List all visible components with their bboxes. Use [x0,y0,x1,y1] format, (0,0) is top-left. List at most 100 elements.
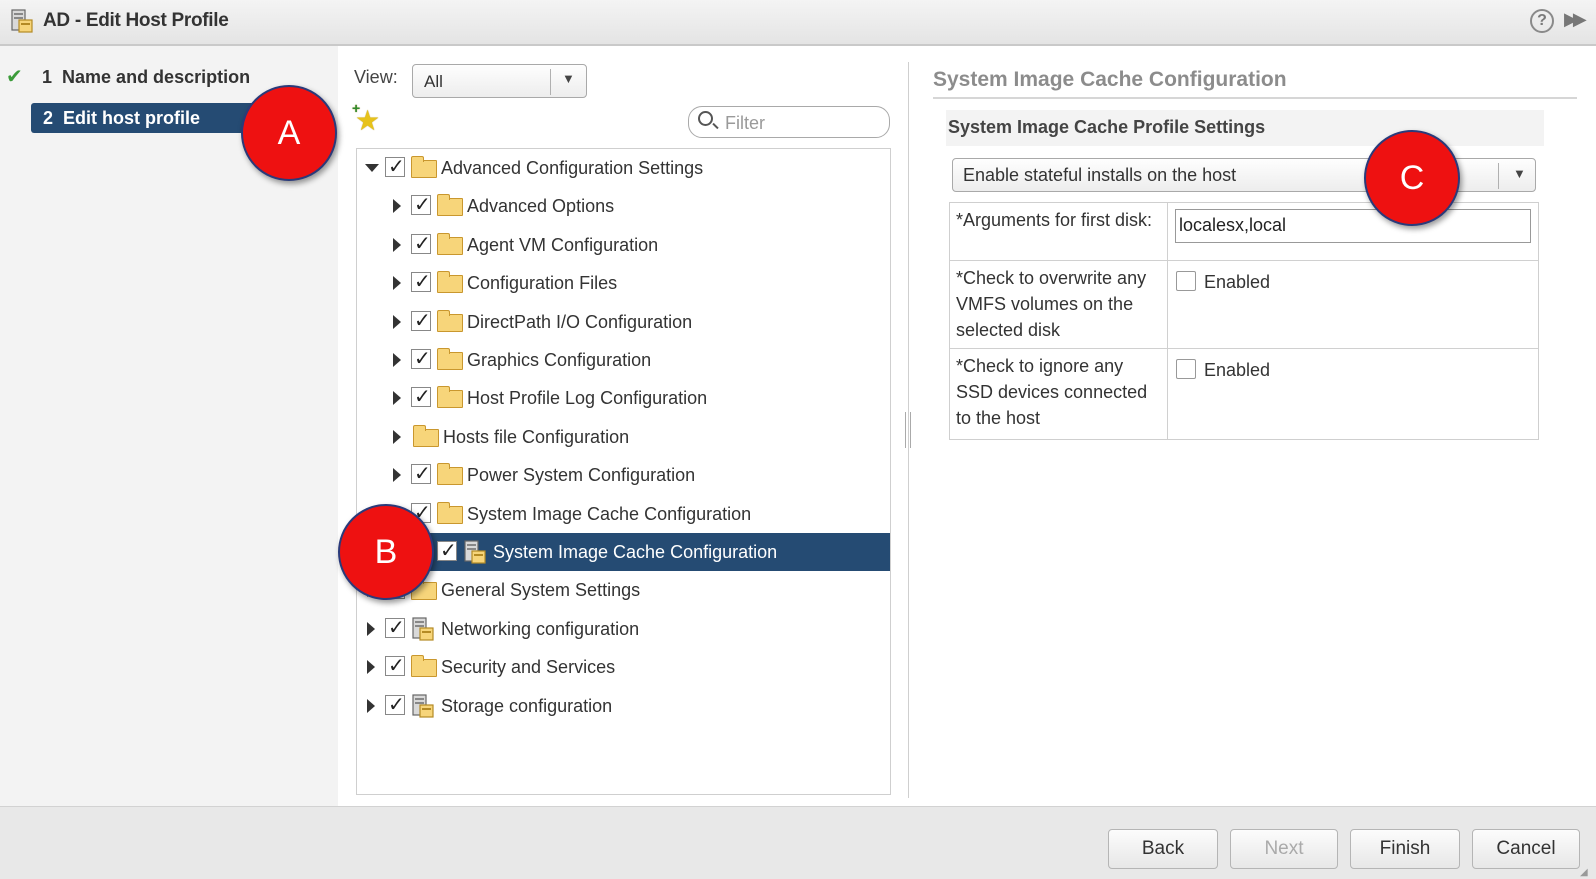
tree-row[interactable]: General System Settings [357,571,890,609]
tree-row[interactable]: Networking configuration [357,610,890,648]
expand-arrow-icon[interactable] [393,468,401,483]
tree-checkbox[interactable] [411,269,431,294]
folder-icon [437,194,463,217]
tree-checkbox[interactable] [437,538,457,563]
folder-icon [411,156,437,178]
folder-icon [411,655,437,678]
overwrite-vmfs-checkbox[interactable] [1176,271,1196,291]
tree-row-label: Advanced Options [467,196,615,217]
tree-row[interactable]: System Image Cache Configuration [357,495,890,533]
collapse-arrow-icon[interactable] [365,164,379,172]
tree-row[interactable]: Agent VM Configuration [357,226,890,264]
step-number: 1 [42,67,53,87]
checkbox-label: Enabled [1204,272,1271,292]
step-edit-host-profile[interactable]: 2 Edit host profile [31,103,272,133]
view-label: View: [354,67,398,87]
step-number: 2 [43,108,54,128]
tree-row-label: Power System Configuration [467,465,696,486]
tree-row-label: Configuration Files [467,273,618,294]
first-disk-arguments-input[interactable]: localesx,local [1175,209,1531,243]
tree-checkbox[interactable] [385,653,405,678]
tree-row[interactable]: Advanced Configuration Settings [357,149,890,187]
tree-row[interactable]: Security and Services [357,648,890,686]
next-button[interactable]: Next [1230,829,1338,869]
favorite-add-icon[interactable]: ★ + [352,100,380,137]
cancel-button[interactable]: Cancel [1472,829,1580,869]
finish-button[interactable]: Finish [1350,829,1460,869]
tree-row[interactable]: Graphics Configuration [357,341,890,379]
tree-row-label: Advanced Configuration Settings [441,158,704,178]
splitter-handle[interactable] [905,412,911,448]
folder-icon [437,232,463,255]
folder-icon [437,386,463,409]
tree-checkbox[interactable] [411,308,431,333]
profile-tree: Advanced Configuration Settings Advanced … [356,148,891,795]
tree-checkbox[interactable] [411,461,431,486]
param-label: *Arguments for first disk: [950,203,1168,260]
expand-arrow-icon[interactable] [367,621,375,636]
annotation-marker-b: B [338,504,434,600]
expand-arrow-icon[interactable] [393,276,401,291]
tree-checkbox[interactable] [385,692,405,717]
help-icon[interactable]: ? [1530,9,1554,33]
resize-grip-icon[interactable]: ◢ [1580,867,1588,878]
checkbox-label: Enabled [1204,360,1271,380]
tree-checkbox[interactable] [411,231,431,256]
search-icon [698,111,713,126]
tree-row-label: Host Profile Log Configuration [467,388,708,409]
tree-row-label: General System Settings [441,580,641,601]
tree-checkbox[interactable] [385,615,405,640]
checkmark-icon: ✔ [6,66,23,88]
tree-row-label: Storage configuration [441,695,613,716]
expand-arrow-icon[interactable] [393,391,401,406]
expand-arrow-icon[interactable] [393,199,401,214]
config-panel-title: System Image Cache Configuration [933,68,1287,91]
folder-icon [413,424,439,447]
tree-row-label: System Image Cache Configuration [493,542,778,562]
window-titlebar: AD - Edit Host Profile ? ▶▶ [0,0,1596,46]
folder-icon [437,463,463,486]
tree-row-label: DirectPath I/O Configuration [467,311,693,332]
tree-row[interactable]: Advanced Options [357,187,890,225]
filter-input[interactable]: Filter [688,106,890,138]
expand-arrow-icon[interactable] [393,429,401,444]
tree-row[interactable]: Configuration Files [357,264,890,302]
annotation-marker-a: A [241,85,337,181]
expand-icon[interactable]: ▶▶ [1564,9,1587,30]
expand-arrow-icon[interactable] [393,314,401,329]
host-profile-icon [11,9,33,33]
step-label: Edit host profile [63,108,201,128]
tree-row[interactable]: Power System Configuration [357,456,890,494]
tree-row[interactable]: System Image Cache Configuration [357,533,890,571]
param-label: *Check to overwrite any VMFS volumes on … [950,261,1168,348]
tree-row[interactable]: Storage configuration [357,687,890,725]
expand-arrow-icon[interactable] [367,660,375,675]
expand-arrow-icon[interactable] [393,353,401,367]
expand-arrow-icon[interactable] [393,237,401,252]
host-profile-icon [411,693,435,719]
tree-row-label: Agent VM Configuration [467,234,659,255]
tree-row-label: Security and Services [441,657,616,678]
tree-row-label: Hosts file Configuration [443,426,630,447]
tree-row[interactable]: Host Profile Log Configuration [357,379,890,417]
view-select[interactable]: All ▼ [412,64,587,98]
parameter-table: *Arguments for first disk: localesx,loca… [949,202,1539,440]
expand-arrow-icon[interactable] [367,698,375,713]
dropdown-arrow-icon: ▼ [1513,166,1526,181]
ignore-ssd-checkbox[interactable] [1176,359,1196,379]
annotation-marker-c: C [1364,130,1460,226]
tree-row[interactable]: Hosts file Configuration [357,418,890,456]
tree-checkbox[interactable] [411,384,431,409]
param-row-ignore-ssd: *Check to ignore any SSD devices connect… [950,349,1538,439]
tree-checkbox[interactable] [411,346,431,371]
param-label: *Check to ignore any SSD devices connect… [950,349,1168,439]
host-profile-icon [463,539,487,565]
tree-row-label: Graphics Configuration [467,350,652,370]
step-label: Name and description [62,67,251,87]
tree-checkbox[interactable] [385,154,405,179]
window-title: AD - Edit Host Profile [43,10,229,31]
filter-placeholder: Filter [725,113,765,133]
tree-checkbox[interactable] [411,192,431,217]
back-button[interactable]: Back [1108,829,1218,869]
tree-row[interactable]: DirectPath I/O Configuration [357,303,890,341]
